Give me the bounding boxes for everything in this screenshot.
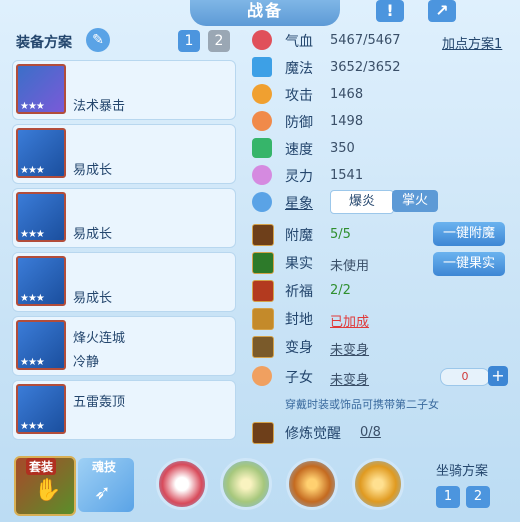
equip-name: 五雷轰顶 — [73, 395, 126, 410]
star-icon — [252, 192, 272, 212]
equip-stars: ★★★ — [20, 421, 45, 432]
spirit-icon — [252, 165, 272, 185]
boots-icon: ★★★ — [16, 384, 66, 434]
stat-name: 速度 — [285, 142, 313, 158]
row-value: 2/2 — [330, 283, 351, 298]
equipment-slot-1[interactable]: ★★★ 法术暴击 — [12, 60, 236, 120]
tab-zhanghuo[interactable]: 掌火 — [392, 190, 438, 212]
lightning-icon — [252, 138, 272, 158]
row-name: 变身 — [285, 340, 313, 356]
helmet-icon: ★★★ — [16, 128, 66, 178]
panel-title: 战备 — [190, 0, 340, 26]
belt-icon: ★★★ — [16, 320, 66, 370]
phoenix-weapon-icon: ★★★ — [16, 64, 66, 114]
tab-baoyan[interactable]: 爆炎 — [330, 190, 394, 214]
set-tab-label: 套装 — [26, 458, 57, 475]
skill-orb-3[interactable] — [286, 458, 338, 510]
skill-orb-1[interactable] — [156, 458, 208, 510]
stat-name: 气血 — [285, 34, 313, 50]
title-text: 战备 — [246, 1, 283, 20]
one-click-enchant-button[interactable]: 一键附魔 — [433, 222, 505, 246]
edit-pencil-icon[interactable]: ✎ — [86, 28, 110, 52]
equip-plan-label: 装备方案 — [16, 35, 72, 51]
enchant-icon — [252, 224, 274, 246]
equip-name: 烽火连城 — [73, 331, 126, 346]
necklace-icon: ★★★ — [16, 256, 66, 306]
equip-stars: ★★★ — [20, 357, 45, 368]
armor-icon: ★★★ — [16, 192, 66, 242]
row-value[interactable]: 未变身 — [330, 369, 369, 388]
equipment-slot-6[interactable]: ★★★ 五雷轰顶 — [12, 380, 236, 440]
set-tab-button[interactable]: 套装 ✋ — [14, 456, 76, 516]
add-child-button[interactable]: + — [488, 366, 508, 386]
stat-name: 攻击 — [285, 88, 313, 104]
soul-skill-tab-button[interactable]: 魂技 ➶ — [78, 458, 134, 512]
mount-plan-1-button[interactable]: 1 — [436, 486, 460, 508]
equip-stars: ★★★ — [20, 229, 45, 240]
row-name: 附魔 — [285, 228, 313, 244]
one-click-fruit-button[interactable]: 一键果实 — [433, 252, 505, 276]
skill-orb-2[interactable] — [220, 458, 272, 510]
row-value: 5/5 — [330, 227, 351, 242]
equip-name: 易成长 — [73, 163, 113, 178]
row-name: 祈福 — [285, 284, 313, 300]
sword-icon — [252, 84, 272, 104]
stat-name: 魔法 — [285, 61, 313, 77]
diamond-icon — [252, 57, 272, 77]
equipment-slot-2[interactable]: ★★★ 易成长 — [12, 124, 236, 184]
shield-icon — [252, 111, 272, 131]
row-value[interactable]: 0/8 — [360, 425, 381, 440]
fruit-icon — [252, 252, 274, 274]
plan-1-button[interactable]: 1 — [178, 30, 200, 52]
wing-icon: ➶ — [94, 480, 111, 504]
equipment-slot-5[interactable]: ★★★ 烽火连城 冷静 — [12, 316, 236, 376]
equip-stars: ★★★ — [20, 165, 45, 176]
soul-skill-label: 魂技 — [92, 460, 117, 474]
equip-stars: ★★★ — [20, 293, 45, 304]
heart-icon — [252, 30, 272, 50]
child-icon — [252, 366, 272, 386]
equipment-slot-3[interactable]: ★★★ 易成长 — [12, 188, 236, 248]
transform-icon — [252, 336, 274, 358]
child-count-field[interactable]: 0 — [440, 368, 490, 386]
equip-name: 法术暴击 — [73, 99, 126, 114]
stat-value: 1468 — [330, 87, 364, 102]
equip-name: 易成长 — [73, 291, 113, 306]
row-name: 果实 — [285, 256, 313, 272]
stat-value: 1541 — [330, 168, 364, 183]
plan-2-button[interactable]: 2 — [208, 30, 230, 52]
equipment-slot-4[interactable]: ★★★ 易成长 — [12, 252, 236, 312]
share-icon[interactable]: ↗ — [428, 0, 456, 22]
fief-icon — [252, 308, 274, 330]
row-name: 子女 — [285, 370, 313, 386]
hand-icon: ✋ — [34, 478, 62, 503]
mount-plan-label: 坐骑方案 — [436, 464, 489, 479]
skill-orb-4[interactable] — [352, 458, 404, 510]
equip-subname: 冷静 — [73, 355, 100, 370]
stat-value: 5467/5467 — [330, 33, 401, 48]
stat-value: 3652/3652 — [330, 60, 401, 75]
row-value: 未使用 — [330, 259, 370, 274]
stat-value: 1498 — [330, 114, 364, 129]
info-icon[interactable]: ! — [376, 0, 404, 22]
add-points-plan-link[interactable]: 加点方案1 — [442, 33, 502, 52]
mount-plan-2-button[interactable]: 2 — [466, 486, 490, 508]
child-hint: 穿戴时装或饰品可携带第二子女 — [285, 398, 439, 411]
right-edge-strip — [520, 0, 528, 522]
row-value[interactable]: 已加成 — [330, 311, 369, 330]
cultivation-icon — [252, 422, 274, 444]
constellation-label[interactable]: 星象 — [285, 193, 313, 213]
row-value[interactable]: 未变身 — [330, 339, 369, 358]
stat-value: 350 — [330, 141, 355, 156]
stat-name: 防御 — [285, 115, 313, 131]
row-name: 修炼觉醒 — [285, 426, 341, 442]
equip-name: 易成长 — [73, 227, 113, 242]
stat-name: 灵力 — [285, 169, 313, 185]
equip-stars: ★★★ — [20, 101, 45, 112]
blessing-icon — [252, 280, 274, 302]
row-name: 封地 — [285, 312, 313, 328]
